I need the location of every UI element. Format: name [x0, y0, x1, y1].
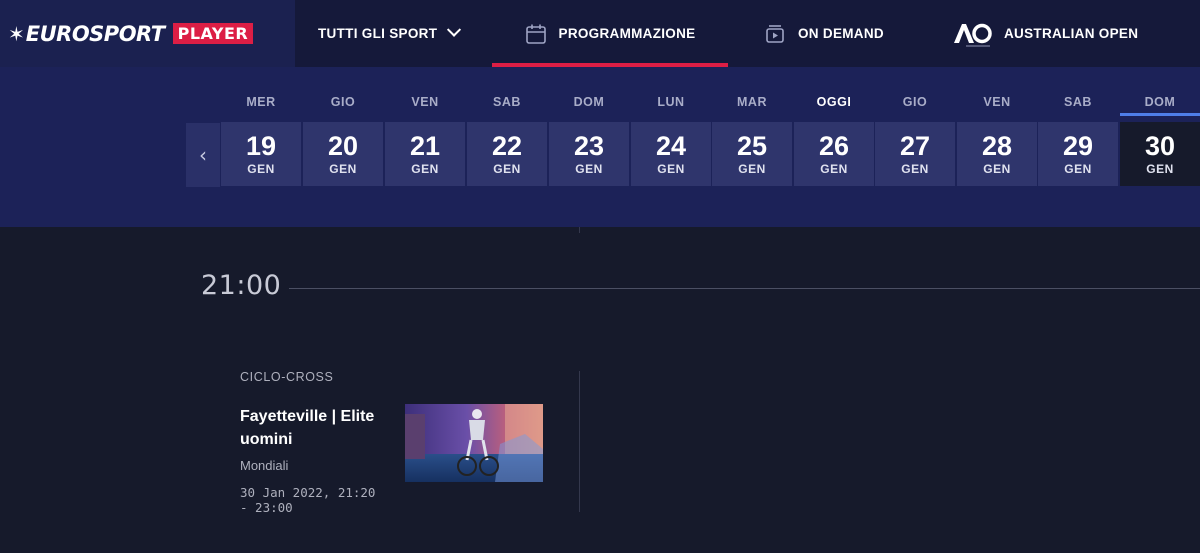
nav-on-demand[interactable]: ON DEMAND [764, 0, 884, 67]
day-of-week: VEN [983, 95, 1011, 109]
month-label: GEN [493, 162, 521, 176]
day-of-week: VEN [411, 95, 439, 109]
date-item[interactable]: MER 19 GEN [221, 92, 301, 186]
event-sport: CICLO-CROSS [240, 370, 334, 384]
day-number: 21 [409, 131, 441, 161]
australian-open-logo-icon [952, 21, 992, 47]
play-library-icon [764, 23, 786, 45]
event-title[interactable]: Fayetteville | Elite uomini [240, 405, 390, 451]
previous-dates-button[interactable]: ‹ [186, 123, 220, 187]
day-number: 20 [327, 131, 359, 161]
brand-logo[interactable]: ✶ EUROSPORT PLAYER [0, 0, 295, 67]
month-label: GEN [901, 162, 929, 176]
month-label: GEN [983, 162, 1011, 176]
event-divider [579, 371, 580, 512]
month-label: GEN [575, 162, 603, 176]
day-of-week: MER [246, 95, 276, 109]
chevron-down-icon [447, 22, 462, 37]
nav-all-sports-label: TUTTI GLI SPORT [318, 26, 438, 41]
month-label: GEN [329, 162, 357, 176]
day-of-week: SAB [1064, 95, 1092, 109]
month-label: GEN [247, 162, 275, 176]
nav-australian-open[interactable]: AUSTRALIAN OPEN [952, 0, 1138, 67]
day-number: 19 [245, 131, 277, 161]
top-nav: ✶ EUROSPORT PLAYER TUTTI GLI SPORT PROGR… [0, 0, 1200, 67]
date-item[interactable]: MAR 25 GEN [712, 92, 792, 186]
day-of-week: OGGI [816, 95, 852, 109]
nav-on-demand-label: ON DEMAND [798, 26, 884, 41]
nav-schedule[interactable]: PROGRAMMAZIONE [492, 0, 728, 67]
nav-schedule-label: PROGRAMMAZIONE [558, 26, 696, 41]
chevron-left-icon: ‹ [199, 143, 207, 167]
brand-name: EUROSPORT [25, 21, 165, 46]
day-number: 27 [899, 131, 931, 161]
month-label: GEN [411, 162, 439, 176]
day-number: 30 [1144, 131, 1176, 161]
day-of-week: SAB [493, 95, 521, 109]
date-selector: ‹ MER 19 GEN GIO 20 GEN VEN 21 GEN SAB 22 GE… [0, 67, 1200, 227]
day-number: 28 [981, 131, 1013, 161]
day-of-week: GIO [902, 95, 928, 109]
date-item[interactable]: DOM 23 GEN [549, 92, 629, 186]
day-number: 24 [655, 131, 687, 161]
day-number: 29 [1062, 131, 1094, 161]
date-item[interactable]: VEN 21 GEN [385, 92, 465, 186]
day-of-week: GIO [330, 95, 356, 109]
event-thumbnail[interactable] [405, 404, 543, 482]
timeline-divider [579, 227, 580, 233]
month-label: GEN [738, 162, 766, 176]
nav-all-sports[interactable]: TUTTI GLI SPORT [318, 0, 462, 67]
date-item[interactable]: GIO 20 GEN [303, 92, 383, 186]
time-slot-divider [289, 288, 1200, 289]
date-item[interactable]: LUN 24 GEN [631, 92, 711, 186]
date-item-today[interactable]: OGGI 26 GEN [794, 92, 874, 186]
nav-australian-open-label: AUSTRALIAN OPEN [1004, 26, 1139, 41]
date-item[interactable]: SAB 22 GEN [467, 92, 547, 186]
day-number: 26 [818, 131, 850, 161]
date-item[interactable]: GIO 27 GEN [875, 92, 955, 186]
day-number: 23 [573, 131, 605, 161]
day-of-week: LUN [657, 95, 685, 109]
selected-date-indicator [1120, 113, 1200, 116]
month-label: GEN [820, 162, 848, 176]
month-label: GEN [1064, 162, 1092, 176]
event-subtitle: Mondiali [240, 458, 289, 473]
month-label: GEN [657, 162, 685, 176]
brand-badge: PLAYER [172, 23, 254, 44]
time-slot-label: 21:00 [201, 270, 282, 301]
day-number: 25 [736, 131, 768, 161]
star-icon: ✶ [8, 21, 25, 46]
event-datetime: 30 Jan 2022, 21:20 - 23:00 [240, 485, 376, 515]
day-of-week: MAR [737, 95, 767, 109]
day-number: 22 [491, 131, 523, 161]
month-label: GEN [1146, 162, 1174, 176]
date-item[interactable]: VEN 28 GEN [957, 92, 1037, 186]
date-item[interactable]: SAB 29 GEN [1038, 92, 1118, 186]
day-of-week: DOM [573, 95, 605, 109]
date-item-selected[interactable]: DOM 30 GEN [1120, 92, 1200, 186]
calendar-icon [525, 23, 547, 45]
day-of-week: DOM [1144, 95, 1176, 109]
